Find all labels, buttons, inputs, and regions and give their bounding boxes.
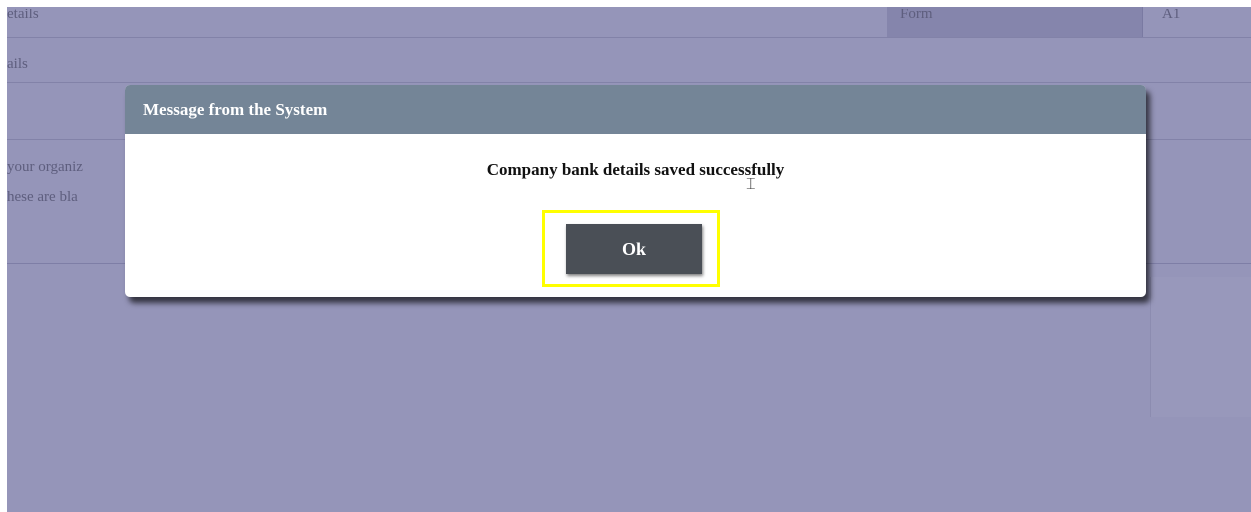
dialog-title: Message from the System	[125, 85, 1146, 134]
background-label-form: Form	[900, 9, 933, 22]
background-label-details: etails	[7, 9, 39, 22]
dialog-message: Company bank details saved successfully	[486, 160, 785, 179]
background-label-bank-details: ails	[7, 56, 28, 72]
text-cursor-icon: ⌶	[746, 174, 756, 193]
ok-button[interactable]: Ok	[566, 224, 702, 274]
background-panel	[1150, 277, 1251, 417]
background-value-form: A1	[1162, 9, 1181, 22]
background-row	[7, 37, 1251, 83]
page: etails Form A1 ails your organiz hese ar…	[0, 0, 1251, 512]
background-help-text-line2: hese are bla	[7, 189, 78, 205]
background-help-text-line1: your organiz	[7, 159, 83, 175]
